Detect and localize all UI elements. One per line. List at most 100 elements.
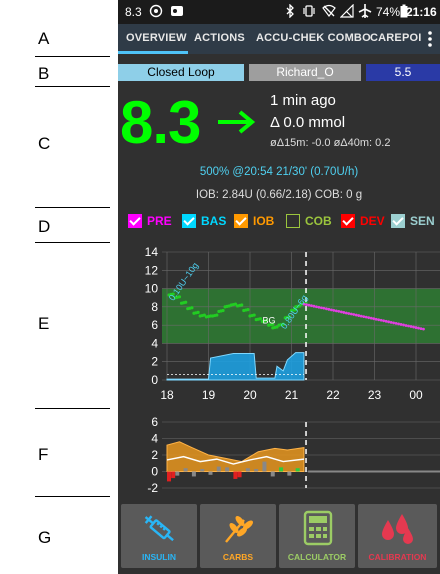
y-tick-label: 4 [151, 432, 158, 446]
bg-reading-point [196, 310, 200, 314]
prediction-point [394, 321, 398, 325]
bg-reading-point [221, 308, 225, 313]
prediction-point [412, 325, 415, 329]
treatment-annotation: BG [262, 315, 275, 325]
prediction-point [310, 304, 313, 308]
bg-reading-point [246, 308, 250, 312]
deviation-bar [191, 471, 196, 477]
deviation-bar [245, 468, 250, 472]
calculator-button[interactable]: CALCULATOR [279, 504, 355, 568]
annotation-divider [35, 56, 110, 57]
prediction-point [387, 320, 391, 324]
calibration-button[interactable]: CALIBRATION [358, 504, 437, 568]
insulin-button[interactable]: INSULIN [121, 504, 197, 568]
prediction-point [307, 303, 311, 307]
prediction-point [392, 321, 395, 325]
prediction-point [317, 305, 321, 309]
annotation-divider [35, 408, 110, 409]
legend-item-bas[interactable]: BAS [182, 214, 232, 230]
deviation-bar [208, 471, 213, 475]
insulin-label: INSULIN [142, 552, 176, 562]
prediction-point [372, 317, 376, 321]
annotation-divider [35, 496, 110, 497]
y-tick-label: 4 [151, 336, 158, 350]
bg-avg-delta: øΔ15m: -0.0 øΔ40m: 0.2 [270, 137, 391, 149]
annotation-a: A [38, 29, 50, 48]
prediction-point [407, 324, 410, 328]
legend-item-cob[interactable]: COB [286, 214, 336, 230]
legend-checkbox[interactable] [128, 214, 142, 228]
legend-checkbox[interactable] [341, 214, 355, 228]
target-badge[interactable]: 5.5 [366, 64, 440, 81]
bg-delta: Δ 0.0 mmol [270, 114, 346, 131]
deviation-bar [225, 467, 230, 472]
prediction-point [324, 307, 328, 311]
bg-reading-point [240, 303, 244, 307]
prediction-point [389, 320, 393, 324]
annotation-e: E [38, 314, 50, 333]
bg-time-ago: 1 min ago [270, 92, 336, 109]
y-tick-label: -2 [147, 481, 158, 494]
legend-checkbox[interactable] [391, 214, 405, 228]
deviation-bar [237, 471, 242, 478]
legend-item-pre[interactable]: PRE [128, 214, 178, 230]
annotation-f: F [38, 445, 49, 464]
prediction-point [374, 317, 378, 321]
legend-checkbox[interactable] [286, 214, 300, 228]
prediction-point [369, 316, 373, 320]
prediction-point [349, 312, 353, 316]
annotation-divider [35, 86, 110, 87]
iob-area [166, 441, 305, 472]
bg-reading-point [252, 313, 256, 317]
legend-checkbox[interactable] [182, 214, 196, 228]
prediction-point [414, 326, 418, 329]
prediction-point [419, 327, 423, 331]
deviation-bar [279, 467, 284, 472]
legend-item-sen[interactable]: SEN [391, 214, 440, 230]
deviation-bar [167, 471, 171, 482]
legend-label: BAS [201, 214, 227, 228]
temp-basal-text[interactable]: 500% @20:54 21/30' (0.70U/h) [118, 166, 440, 178]
bg-value: 8.3 [120, 89, 201, 156]
tab-actions[interactable]: ACTIONS [194, 32, 245, 44]
calculator-icon [303, 510, 333, 551]
legend-checkbox[interactable] [234, 214, 248, 228]
annotation-g: G [38, 528, 52, 547]
vibrate-icon [302, 4, 316, 21]
wifi-off-icon [322, 4, 336, 21]
deviation-bar [262, 461, 267, 472]
prediction-point [409, 325, 413, 328]
legend-item-dev[interactable]: DEV [341, 214, 391, 230]
y-tick-label: 0 [151, 465, 158, 479]
prediction-point [344, 311, 348, 315]
phone-screen: 8.3 74% 21:16 OVERVIEW ACTIONS ACCU-CHEK… [118, 0, 440, 574]
legend-label: PRE [147, 214, 172, 228]
bg-reading-point [184, 300, 188, 304]
prediction-point [347, 312, 351, 315]
wheat-icon [220, 512, 256, 551]
legend-item-iob[interactable]: IOB [234, 214, 284, 230]
prediction-point [357, 314, 361, 317]
x-tick-label: 20 [243, 388, 257, 402]
tab-overview[interactable]: OVERVIEW [126, 32, 187, 44]
prediction-point [354, 313, 358, 317]
y-tick-label: 14 [145, 245, 159, 259]
prediction-point [364, 315, 368, 319]
y-tick-label: 12 [145, 263, 159, 277]
y-tick-label: 6 [151, 318, 158, 332]
prediction-point [334, 309, 338, 313]
loop-mode-badge[interactable]: Closed Loop [118, 64, 244, 81]
profile-badge[interactable]: Richard_O [249, 64, 361, 81]
tab-accu-chek-combo[interactable]: ACCU-CHEK COMBO [256, 32, 371, 44]
app-notification-icon [149, 4, 163, 21]
bg-chart[interactable]: 1412108642018 19 20 21 22 23 000.10U~10gBG 0.80… [118, 244, 440, 404]
legend-label: DEV [360, 214, 385, 228]
tab-careportal[interactable]: CAREPOI [370, 32, 422, 44]
overflow-menu-icon[interactable] [422, 28, 438, 52]
deviation-bar [216, 466, 221, 472]
y-tick-label: 6 [151, 415, 158, 429]
carbs-button[interactable]: CARBS [200, 504, 276, 568]
carbs-label: CARBS [222, 552, 254, 562]
legend-label: SEN [410, 214, 435, 228]
airplane-mode-icon [358, 3, 372, 22]
